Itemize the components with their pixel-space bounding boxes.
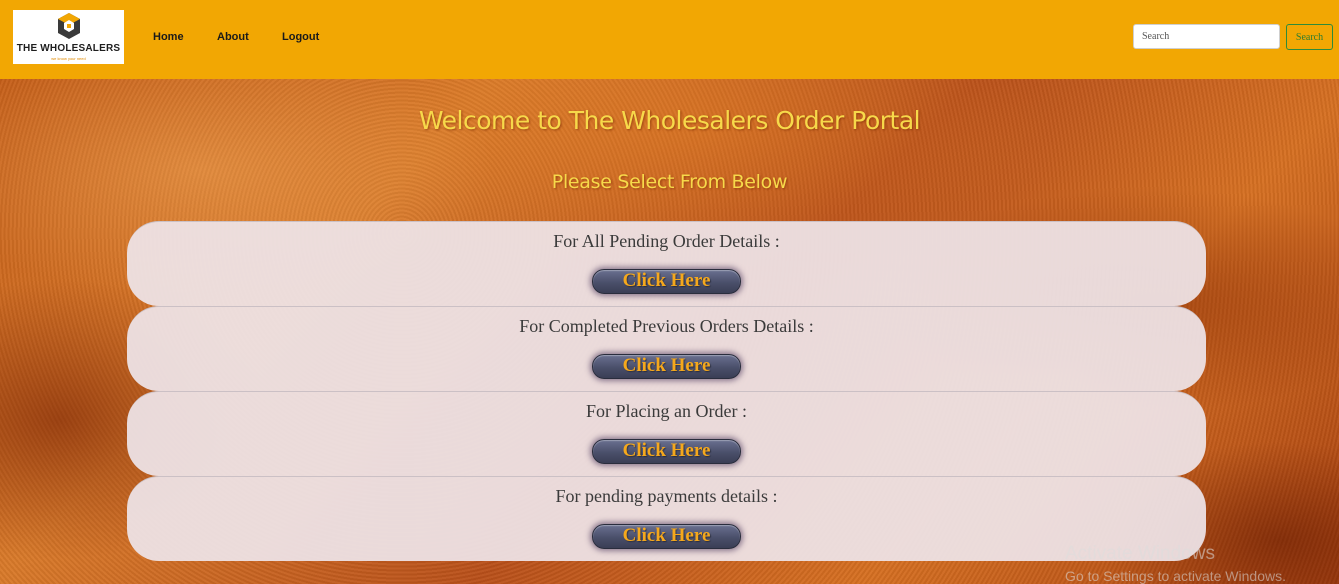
navbar: THE WHOLESALERS we know your need Home A…: [0, 0, 1339, 79]
brand-logo[interactable]: THE WHOLESALERS we know your need: [13, 10, 124, 64]
pending-orders-card: For All Pending Order Details : Click He…: [127, 221, 1206, 306]
nav-home-link[interactable]: Home: [153, 31, 184, 43]
place-order-label: For Placing an Order :: [586, 401, 747, 421]
completed-orders-button[interactable]: Click Here: [592, 354, 741, 379]
place-order-button[interactable]: Click Here: [592, 439, 741, 464]
pending-payments-card: For pending payments details : Click Her…: [127, 476, 1206, 561]
page-subtitle: Please Select From Below: [551, 171, 788, 193]
pending-payments-label: For pending payments details :: [555, 486, 778, 506]
page-title: Welcome to The Wholesalers Order Portal: [418, 106, 921, 135]
nav-about-link[interactable]: About: [217, 31, 249, 43]
nav-logout-link[interactable]: Logout: [282, 31, 319, 43]
search-input[interactable]: [1133, 24, 1280, 49]
pending-payments-button[interactable]: Click Here: [592, 524, 741, 549]
wholesalers-logo-icon: [58, 13, 80, 39]
pending-orders-label: For All Pending Order Details :: [553, 231, 780, 251]
place-order-card: For Placing an Order : Click Here: [127, 391, 1206, 476]
completed-orders-label: For Completed Previous Orders Details :: [519, 316, 814, 336]
activate-windows-watermark: Activate Windows: [1065, 543, 1215, 564]
activate-windows-hint: Go to Settings to activate Windows.: [1065, 568, 1286, 584]
brand-tagline: we know your need: [51, 56, 86, 61]
pending-orders-button[interactable]: Click Here: [592, 269, 741, 294]
completed-orders-card: For Completed Previous Orders Details : …: [127, 306, 1206, 391]
brand-name: THE WHOLESALERS: [16, 43, 121, 54]
search-button[interactable]: Search: [1286, 24, 1333, 50]
